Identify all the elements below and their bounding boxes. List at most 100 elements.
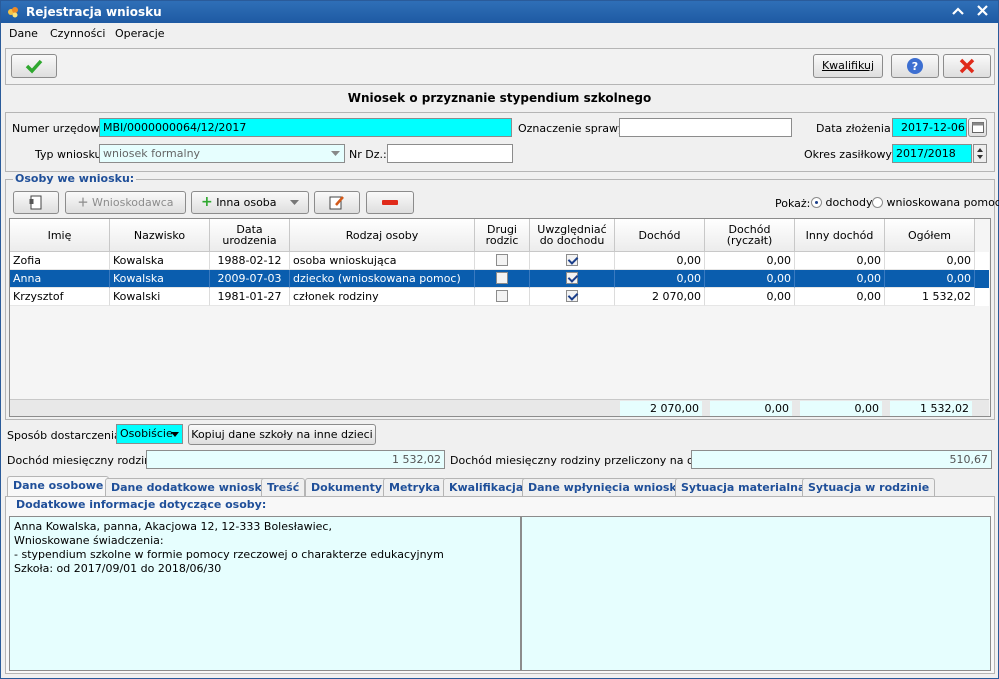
cancel-button[interactable] [943, 54, 991, 78]
cell-total: 0,00 [885, 270, 975, 288]
per-person-income-field[interactable]: 510,67 [691, 450, 992, 469]
column-header-last-name[interactable]: Nazwisko [110, 219, 210, 252]
period-label: Okres zasiłkowy: [804, 148, 895, 161]
second-parent-checkbox[interactable] [496, 290, 508, 302]
calendar-button[interactable] [968, 118, 987, 137]
case-mark-field[interactable] [619, 118, 792, 137]
close-window-icon[interactable] [973, 4, 991, 20]
tab-personal-data[interactable]: Dane osobowe [7, 476, 110, 497]
details-line: - stypendium szkolne w formie pomocy rze… [14, 548, 444, 561]
second-parent-checkbox[interactable] [496, 254, 508, 266]
cell-person-kind: członek rodziny [290, 288, 475, 306]
family-income-field[interactable]: 1 532,02 [146, 450, 445, 469]
column-header-include-income[interactable]: Uwzględniać do dochodu [530, 219, 615, 252]
table-row-selected[interactable]: Anna Kowalska 2009-07-03 dziecko (wniosk… [10, 270, 989, 288]
tab-material-situation[interactable]: Sytuacja materialna [675, 478, 812, 496]
type-select[interactable]: wniosek formalny [99, 144, 345, 163]
radio-income[interactable] [811, 196, 822, 208]
total-income: 2 070,00 [620, 401, 702, 416]
copy-school-data-button[interactable]: Kopiuj dane szkoły na inne dzieci [188, 424, 376, 445]
help-button[interactable]: ? [891, 54, 939, 78]
tab-additional-data[interactable]: Dane dodatkowe wniosku [105, 478, 276, 496]
edit-person-button[interactable] [314, 191, 360, 214]
column-header-birth-date[interactable]: Data urodzenia [210, 219, 290, 252]
remove-person-button[interactable] [366, 191, 414, 214]
check-icon [25, 59, 43, 74]
persons-table[interactable]: Imię Nazwisko Data urodzenia Rodzaj osob… [9, 218, 991, 417]
cell-birth-date: 1988-02-12 [210, 252, 290, 270]
include-income-checkbox[interactable] [566, 290, 578, 302]
radio-income-label: dochody [825, 196, 873, 209]
cell-other-income: 0,00 [795, 252, 885, 270]
tab-qualification[interactable]: Kwalifikacja [443, 478, 530, 496]
tab-strip: Dane osobowe Dane dodatkowe wniosku Treś… [5, 476, 995, 497]
plus-icon: + [200, 194, 213, 210]
radio-aid-label: wnioskowana pomoc [886, 196, 999, 209]
tab-family-situation[interactable]: Sytuacja w rodzinie [802, 478, 936, 496]
qualify-label: Kwalifikuj [821, 59, 875, 72]
details-line: Szkoła: od 2017/09/01 do 2018/06/30 [14, 562, 222, 575]
add-applicant-button[interactable]: ＋ Wnioskodawca [65, 191, 186, 214]
submit-date-label: Data złożenia: [816, 122, 895, 135]
column-header-lump-income[interactable]: Dochód (ryczałt) [705, 219, 795, 252]
menu-czynnosci[interactable]: Czynności [50, 27, 105, 40]
tab-content[interactable]: Treść [261, 478, 306, 496]
help-icon: ? [907, 58, 923, 74]
radio-aid-option[interactable]: wnioskowana pomoc [872, 196, 999, 209]
cell-second-parent [475, 270, 530, 288]
column-header-income[interactable]: Dochód [615, 219, 705, 252]
cell-include-income [530, 252, 615, 270]
add-other-person-button[interactable]: + Inna osoba [191, 191, 309, 214]
official-number-field[interactable]: MBI/0000000064/12/2017 [99, 118, 512, 137]
column-header-total[interactable]: Ogółem [885, 219, 975, 252]
case-mark-label: Oznaczenie sprawy: [518, 122, 628, 135]
second-parent-checkbox[interactable] [496, 272, 508, 284]
cell-second-parent [475, 252, 530, 270]
confirm-button[interactable] [11, 54, 57, 78]
table-row[interactable]: Zofia Kowalska 1988-02-12 osoba wnioskuj… [10, 252, 989, 270]
column-header-person-kind[interactable]: Rodzaj osoby [290, 219, 475, 252]
include-income-checkbox[interactable] [566, 254, 578, 266]
type-value: wniosek formalny [103, 147, 201, 160]
toolbar: Kwalifikuj ? [5, 48, 995, 85]
cell-first-name: Krzysztof [10, 288, 110, 306]
per-person-income-label: Dochód miesięczny rodziny przeliczony na… [450, 454, 724, 467]
column-header-other-income[interactable]: Inny dochód [795, 219, 885, 252]
tab-submission-data[interactable]: Dane wpłynięcia wniosku [522, 478, 691, 496]
cell-income: 0,00 [615, 252, 705, 270]
cell-include-income [530, 270, 615, 288]
delivery-label: Sposób dostarczenia: [7, 429, 125, 442]
submit-date-field[interactable]: 2017-12-06 [892, 118, 967, 137]
details-secondary-box[interactable] [521, 516, 991, 671]
total-lump-income: 0,00 [710, 401, 792, 416]
cell-birth-date: 1981-01-27 [210, 288, 290, 306]
tab-documents[interactable]: Dokumenty [305, 478, 389, 496]
table-row[interactable]: Krzysztof Kowalski 1981-01-27 członek ro… [10, 288, 989, 306]
details-line: Wnioskowane świadczenia: [14, 534, 164, 547]
details-button[interactable] [13, 191, 59, 214]
title-bar[interactable]: Rejestracja wniosku [1, 1, 998, 23]
column-header-second-parent[interactable]: Drugi rodzic [475, 219, 530, 252]
delivery-select[interactable]: Osobiście [116, 424, 183, 444]
collapse-icon[interactable] [949, 4, 967, 20]
tab-content-panel: Dodatkowe informacje dotyczące osoby: An… [5, 496, 995, 674]
cell-lump-income: 0,00 [705, 252, 795, 270]
menu-dane[interactable]: Dane [9, 27, 38, 40]
persons-section-title: Osoby we wniosku: [13, 172, 137, 185]
qualify-button[interactable]: Kwalifikuj [813, 54, 883, 78]
period-field[interactable]: 2017/2018 [892, 144, 972, 163]
cell-other-income: 0,00 [795, 270, 885, 288]
period-spinner[interactable] [973, 144, 987, 163]
show-label: Pokaż: [775, 197, 811, 210]
radio-aid[interactable] [872, 196, 883, 208]
nr-dz-field[interactable] [387, 144, 513, 163]
include-income-checkbox[interactable] [566, 272, 578, 284]
cell-total: 1 532,02 [885, 288, 975, 306]
details-section-title: Dodatkowe informacje dotyczące osoby: [14, 498, 269, 511]
menu-operacje[interactable]: Operacje [115, 27, 165, 40]
details-text-box[interactable]: Anna Kowalska, panna, Akacjowa 12, 12-33… [9, 516, 521, 671]
radio-income-option[interactable]: dochody [811, 196, 872, 209]
column-header-first-name[interactable]: Imię [10, 219, 110, 252]
tab-metrics[interactable]: Metryka [383, 478, 446, 496]
family-income-label: Dochód miesięczny rodziny: [7, 454, 161, 467]
